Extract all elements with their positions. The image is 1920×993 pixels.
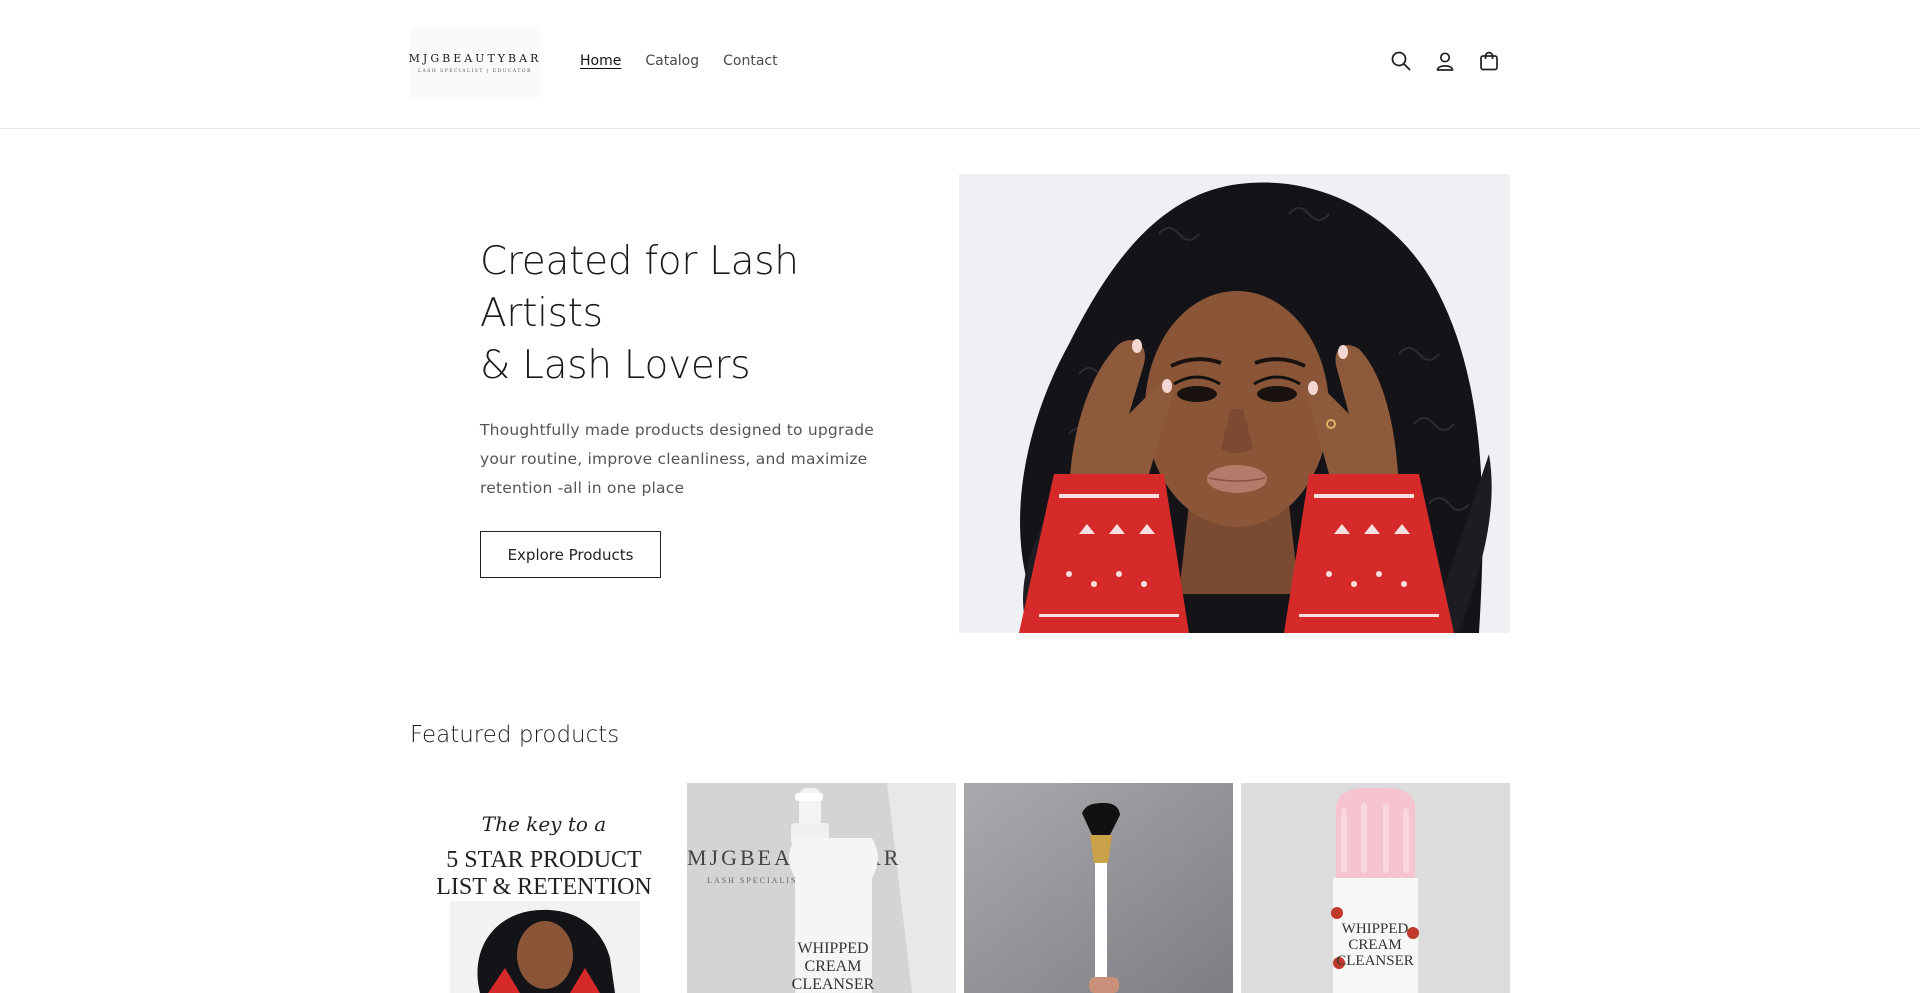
main-nav: Home Catalog Contact: [580, 53, 778, 69]
product-2-label-2: CREAM: [805, 958, 862, 975]
hero-title-line-1: Created for Lash Artists: [480, 239, 799, 336]
product-2-label-3: CLEANSER: [792, 976, 875, 993]
header-icons: [1388, 48, 1502, 74]
product-grid: The key to a 5 STAR PRODUCT LIST & RETEN…: [410, 783, 1510, 993]
nav-home[interactable]: Home: [580, 53, 621, 69]
explore-products-button[interactable]: Explore Products: [480, 531, 661, 578]
hero-content: Created for Lash Artists & Lash Lovers T…: [480, 236, 900, 578]
nav-catalog[interactable]: Catalog: [645, 53, 699, 69]
nav-contact[interactable]: Contact: [723, 53, 777, 69]
hero-description: Thoughtfully made products designed to u…: [480, 421, 875, 497]
product-card-1[interactable]: The key to a 5 STAR PRODUCT LIST & RETEN…: [410, 783, 679, 993]
brand-logo[interactable]: MJGBEAUTYBAR LASH SPECIALIST | EDUCATOR: [408, 28, 542, 98]
featured-products-title: Featured products: [410, 722, 620, 748]
product-card-2[interactable]: MJGBEAUTYBAR LASH SPECIALIST | EDUCATOR …: [687, 783, 956, 993]
logo-text: MJGBEAUTYBAR: [408, 52, 542, 65]
hero-title-line-2: & Lash Lovers: [480, 343, 751, 388]
product-4-label-3: CLEANSER: [1336, 953, 1414, 969]
product-1-text-2: LIST & RETENTION: [436, 874, 652, 900]
cart-icon[interactable]: [1476, 48, 1502, 74]
search-icon[interactable]: [1388, 48, 1414, 74]
product-1-script-text: The key to a: [482, 812, 606, 836]
logo-subtext: LASH SPECIALIST | EDUCATOR: [418, 69, 532, 74]
hero-image: [959, 174, 1510, 633]
hero-title: Created for Lash Artists & Lash Lovers: [480, 236, 900, 392]
product-card-4[interactable]: WHIPPED CREAM CLEANSER: [1241, 783, 1510, 993]
product-2-label-1: WHIPPED: [797, 940, 868, 957]
site-header: MJGBEAUTYBAR LASH SPECIALIST | EDUCATOR …: [0, 0, 1920, 129]
account-icon[interactable]: [1432, 48, 1458, 74]
product-4-label-2: CREAM: [1348, 937, 1401, 953]
product-card-3[interactable]: [964, 783, 1233, 993]
product-1-text-1: 5 STAR PRODUCT: [446, 847, 642, 873]
product-4-label-1: WHIPPED: [1342, 921, 1409, 937]
